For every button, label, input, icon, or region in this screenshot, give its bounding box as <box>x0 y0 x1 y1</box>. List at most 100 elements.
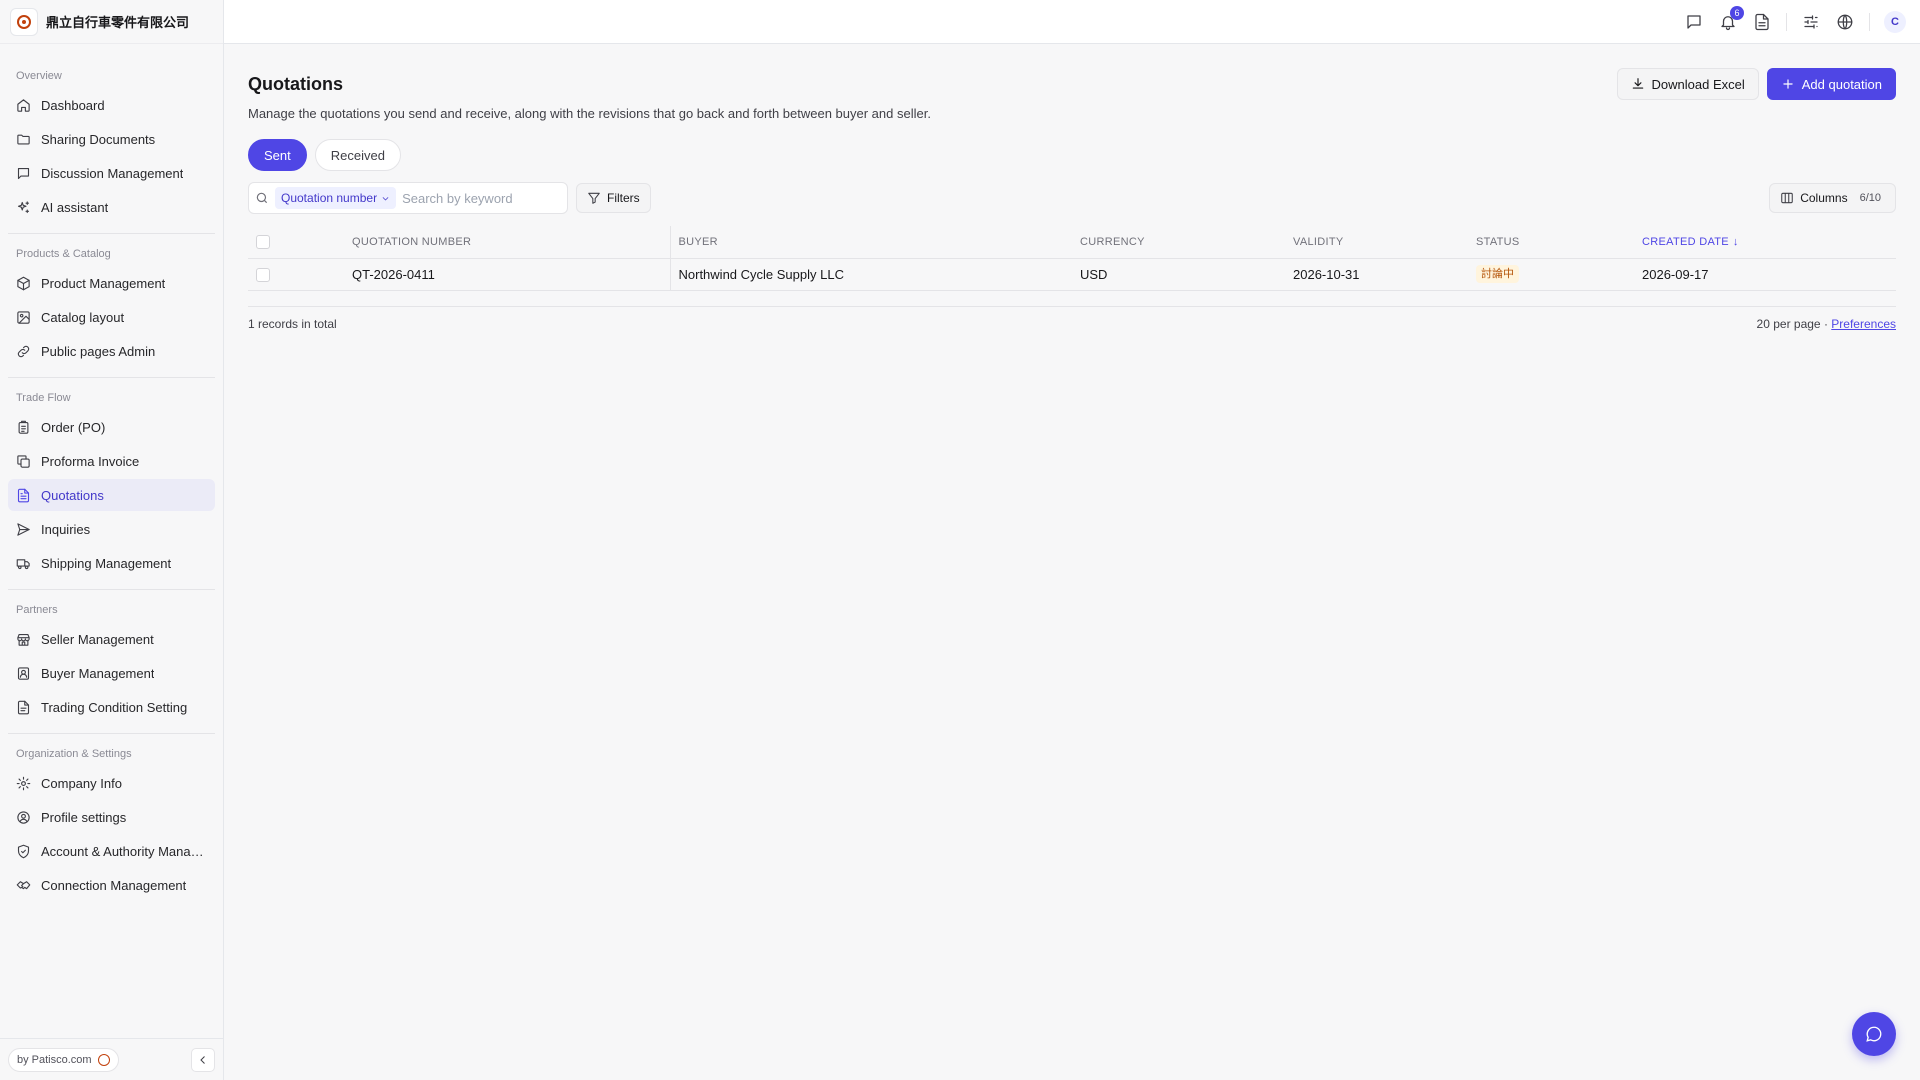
column-header-status[interactable]: Status <box>1468 226 1634 259</box>
send-icon <box>17 522 30 536</box>
image-icon <box>17 310 30 324</box>
column-header-currency[interactable]: Currency <box>1072 226 1285 259</box>
cell-quotation-number[interactable]: QT-2026-0411 <box>344 258 670 291</box>
column-header-quotation-number[interactable]: Quotation number <box>344 226 670 259</box>
column-header-validity[interactable]: Validity <box>1285 226 1468 259</box>
sidebar-item-discussion-management[interactable]: Discussion Management <box>8 157 215 189</box>
sort-desc-icon: ↓ <box>1732 235 1739 248</box>
sidebar-item-profile-settings[interactable]: Profile settings <box>8 801 215 833</box>
sidebar-item-seller-management[interactable]: Seller Management <box>8 623 215 655</box>
gear-icon <box>16 776 31 790</box>
sidebar-item-proforma-invoice[interactable]: Proforma Invoice <box>8 445 215 477</box>
sidebar-item-dashboard[interactable]: Dashboard <box>8 89 215 121</box>
sliders-icon <box>1804 14 1818 29</box>
table-header-row: Quotation number Buyer Currency Validity… <box>248 226 1896 259</box>
sidebar-item-account-authority[interactable]: Account & Authority Mana… <box>8 835 215 867</box>
chat-support-button[interactable] <box>1852 1012 1896 1056</box>
sidebar-item-order-po[interactable]: Order (PO) <box>8 411 215 443</box>
tab-received[interactable]: Received <box>314 139 401 171</box>
sidebar-item-quotations[interactable]: Quotations <box>8 479 215 511</box>
sidebar-item-label: AI assistant <box>41 199 109 215</box>
sidebar-item-company-info[interactable]: Company Info <box>8 767 215 799</box>
sidebar-item-label: Trading Condition Setting <box>41 699 188 715</box>
column-header-created-date-label: Created date <box>1642 235 1729 248</box>
filters-button[interactable]: Filters <box>576 183 651 213</box>
column-header-created-date[interactable]: Created date ↓ <box>1634 226 1896 259</box>
nav-group-products: Products & Catalog Product Management Ca… <box>8 234 215 378</box>
column-header-buyer[interactable]: Buyer <box>669 226 1072 259</box>
per-page-select[interactable]: 20 per page <box>1757 317 1821 331</box>
file-text-icon <box>17 488 30 502</box>
download-excel-label: Download Excel <box>1651 76 1745 92</box>
sidebar-item-ai-assistant[interactable]: AI assistant <box>8 191 215 223</box>
sidebar-item-trading-condition-setting[interactable]: Trading Condition Setting <box>8 691 215 723</box>
page-title: Quotations <box>248 74 343 94</box>
nav-group-title: Organization & Settings <box>16 748 132 760</box>
columns-button[interactable]: Columns 6/10 <box>1769 183 1896 213</box>
columns-label: Columns <box>1800 191 1848 205</box>
chat-bubble-icon <box>1866 1026 1882 1042</box>
cell-buyer: Northwind Cycle Supply LLC <box>669 258 1072 291</box>
spacer-cell <box>248 290 1896 307</box>
table-row[interactable]: QT-2026-0411 Northwind Cycle Supply LLC … <box>248 258 1896 291</box>
sidebar-item-sharing-documents[interactable]: Sharing Documents <box>8 123 215 155</box>
header-actions: Download Excel Add quotation <box>1616 68 1896 100</box>
folder-icon <box>17 134 30 144</box>
language-button[interactable] <box>1835 12 1855 32</box>
sidebar-nav: Overview Dashboard Sharing Documents Dis… <box>0 44 223 901</box>
cell-created-date: 2026-09-17 <box>1634 258 1896 291</box>
page-header: Quotations Manage the quotations you sen… <box>248 44 1896 174</box>
direction-tabs: Sent Received <box>248 139 401 171</box>
home-icon <box>17 98 30 112</box>
pagination-info: 20 per page · Preferences <box>1757 317 1896 331</box>
download-excel-button[interactable]: Download Excel <box>1616 68 1759 100</box>
sidebar-item-label: Profile settings <box>41 809 127 825</box>
chevron-left-icon <box>200 1055 205 1064</box>
sidebar-item-label: Seller Management <box>41 631 154 647</box>
divider <box>1786 12 1787 31</box>
sidebar-item-product-management[interactable]: Product Management <box>8 267 215 299</box>
sidebar-item-label: Catalog layout <box>41 309 125 325</box>
sidebar-item-connection-management[interactable]: Connection Management <box>8 869 215 901</box>
sidebar-item-label: Proforma Invoice <box>41 453 140 469</box>
footer-separator: · <box>1823 316 1828 331</box>
sidebar-item-label: Connection Management <box>41 877 187 893</box>
powered-by-link[interactable]: by Patisco.com <box>8 1047 119 1072</box>
main-content: Quotations Manage the quotations you sen… <box>224 44 1920 1080</box>
byline-text: by Patisco.com <box>17 1053 92 1066</box>
notifications-button[interactable]: 6 <box>1718 5 1744 32</box>
avatar[interactable]: C <box>1884 10 1906 33</box>
contact-icon <box>17 666 30 680</box>
tab-sent[interactable]: Sent <box>248 139 307 171</box>
select-all-cell <box>248 226 344 259</box>
sidebar-item-shipping-management[interactable]: Shipping Management <box>8 547 215 579</box>
messages-button[interactable] <box>1684 12 1704 32</box>
row-checkbox[interactable] <box>256 267 270 282</box>
sidebar-item-buyer-management[interactable]: Buyer Management <box>8 657 215 689</box>
brand-header[interactable]: 鼎立自行車零件有限公司 <box>0 0 223 44</box>
select-all-checkbox[interactable] <box>256 234 270 249</box>
sidebar-item-public-pages-admin[interactable]: Public pages Admin <box>8 335 215 367</box>
add-quotation-button[interactable]: Add quotation <box>1766 68 1896 100</box>
search-input[interactable] <box>402 190 553 206</box>
globe-icon <box>1837 14 1853 29</box>
nav-group-overview: Overview Dashboard Sharing Documents Dis… <box>8 54 215 234</box>
preferences-link[interactable]: Preferences <box>1831 317 1896 331</box>
collapse-sidebar-button[interactable] <box>191 1047 215 1072</box>
sidebar-item-inquiries[interactable]: Inquiries <box>8 513 215 545</box>
sidebar-item-label: Shipping Management <box>41 555 172 571</box>
message-square-icon <box>1687 14 1701 29</box>
sidebar-item-label: Inquiries <box>41 521 91 537</box>
plus-icon <box>1783 79 1793 89</box>
search-scope-select[interactable]: Quotation number <box>275 187 397 209</box>
row-select-cell <box>248 258 344 291</box>
clipboard-icon <box>18 420 29 434</box>
cell-currency: USD <box>1072 258 1285 291</box>
sidebar-item-catalog-layout[interactable]: Catalog layout <box>8 301 215 333</box>
documents-button[interactable] <box>1752 12 1772 32</box>
page-description: Manage the quotations you send and recei… <box>248 106 931 121</box>
sidebar-item-label: Buyer Management <box>41 665 155 681</box>
settings-sliders-button[interactable] <box>1801 12 1821 32</box>
quotations-table: Quotation number Buyer Currency Validity… <box>248 226 1896 307</box>
total-records: 1 records in total <box>248 316 337 331</box>
